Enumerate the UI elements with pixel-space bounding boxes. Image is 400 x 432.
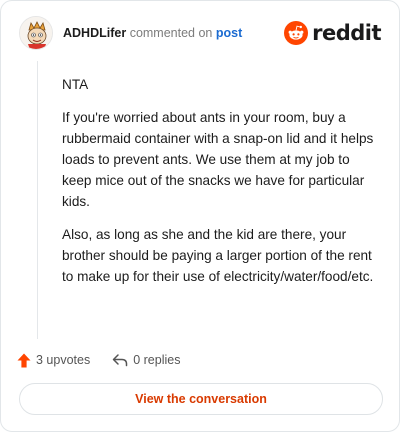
replies-button[interactable]: 0 replies xyxy=(112,353,180,367)
embedded-comment-card: ADHDLifer commented on post reddit NTA I… xyxy=(0,0,400,432)
comment-paragraph: Also, as long as she and the kid are the… xyxy=(62,227,374,284)
author-name[interactable]: ADHDLifer xyxy=(63,26,126,40)
comment-paragraph: If you're worried about ants in your roo… xyxy=(62,110,374,209)
comment-meta: ADHDLifer commented on post xyxy=(63,26,242,40)
reply-count: 0 replies xyxy=(133,353,181,367)
upvote-arrow-icon xyxy=(17,353,31,367)
upvote-count: 3 upvotes xyxy=(36,353,91,367)
comment-paragraph: NTA xyxy=(62,77,89,92)
reply-arrow-icon xyxy=(112,354,128,367)
avatar-illustration-icon xyxy=(20,17,52,49)
post-link[interactable]: post xyxy=(216,26,242,40)
view-conversation-button[interactable]: View the conversation xyxy=(19,383,383,415)
upvote-button[interactable]: 3 upvotes xyxy=(17,353,90,368)
comment-body: NTA If you're worried about ants in your… xyxy=(62,74,380,299)
avatar[interactable] xyxy=(19,16,53,50)
reddit-logo-icon xyxy=(284,21,309,45)
thread-line xyxy=(37,61,38,339)
reddit-brand[interactable]: reddit xyxy=(284,20,381,46)
comment-actions: 3 upvotes 0 replies xyxy=(17,351,180,369)
comment-header: ADHDLifer commented on post reddit xyxy=(19,16,383,52)
reddit-wordmark: reddit xyxy=(312,21,381,45)
commented-on-text: commented on xyxy=(129,26,213,40)
